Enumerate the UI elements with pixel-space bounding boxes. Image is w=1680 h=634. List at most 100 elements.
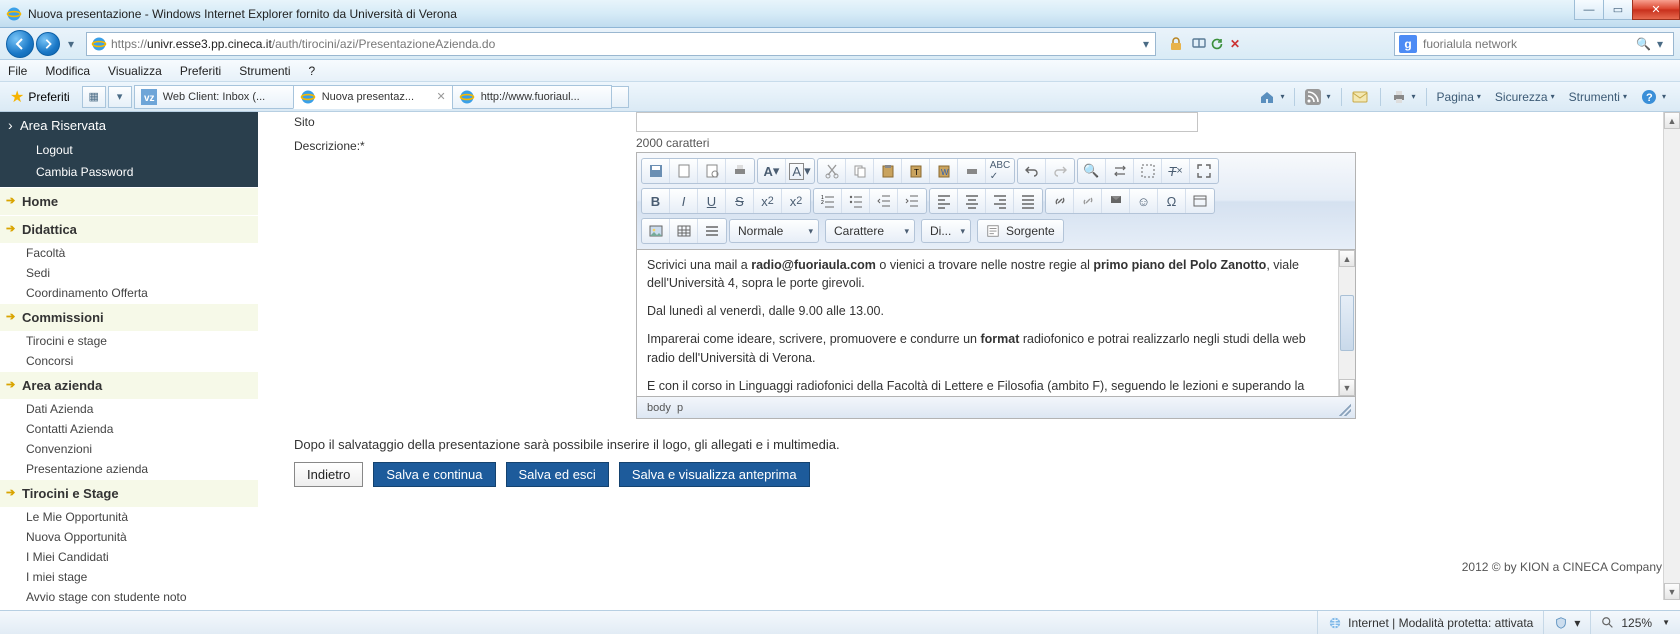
toolbar-removeformat-button[interactable]: T× xyxy=(1162,159,1190,183)
search-icon[interactable]: 🔍 xyxy=(1636,37,1651,51)
toolbar-align-center-button[interactable] xyxy=(958,189,986,213)
scroll-up-icon[interactable]: ▲ xyxy=(1664,112,1680,129)
toolbar-align-justify-button[interactable] xyxy=(1014,189,1042,213)
sidebar-item[interactable]: Contatti Azienda xyxy=(0,419,258,439)
forward-button[interactable] xyxy=(36,32,60,56)
history-dropdown[interactable]: ▾ xyxy=(62,33,80,55)
toolbar-bold-dropdown[interactable]: A▾ xyxy=(758,159,786,183)
toolbar-redo-button[interactable] xyxy=(1046,159,1074,183)
toolbar-paste-text-button[interactable]: T xyxy=(902,159,930,183)
search-box[interactable]: g fuorialula network 🔍 ▾ xyxy=(1394,32,1674,56)
tab-fuoriaula[interactable]: http://www.fuoriaul... xyxy=(452,85,612,109)
toolbar-bullet-list-button[interactable] xyxy=(842,189,870,213)
save-exit-button[interactable]: Salva ed esci xyxy=(506,462,609,487)
toolbar-strike-button[interactable]: S xyxy=(726,189,754,213)
sidebar-header-area-azienda[interactable]: Area azienda xyxy=(0,371,258,399)
refresh-button[interactable] xyxy=(1208,33,1226,55)
tab-nuova-presentazione[interactable]: Nuova presentaz... ✕ xyxy=(293,85,453,109)
toolbar-bold-button[interactable]: B xyxy=(642,189,670,213)
sidebar-header-reserved[interactable]: Area Riservata xyxy=(0,112,258,139)
print-button[interactable]: ▾ xyxy=(1385,86,1422,108)
sidebar-header-commissioni[interactable]: Commissioni xyxy=(0,303,258,331)
sidebar-item[interactable]: I Miei Candidati xyxy=(0,547,258,567)
toolbar-smiley-button[interactable]: ☺ xyxy=(1130,189,1158,213)
toolbar-iframe-button[interactable] xyxy=(1186,189,1214,213)
help-button[interactable]: ?▾ xyxy=(1635,86,1672,108)
input-sito[interactable] xyxy=(636,112,1198,132)
page-scrollbar[interactable]: ▲ ▼ xyxy=(1663,112,1680,600)
sidebar-item[interactable]: Nuova Opportunità xyxy=(0,527,258,547)
toolbar-paste-word-button[interactable]: W xyxy=(930,159,958,183)
sidebar-header-home[interactable]: Home xyxy=(0,187,258,215)
toolbar-preview-button[interactable] xyxy=(698,159,726,183)
favorites-button[interactable]: ★ Preferiti xyxy=(4,85,76,109)
minimize-button[interactable]: — xyxy=(1574,0,1604,20)
toolbar-italic-button[interactable]: I xyxy=(670,189,698,213)
toolbar-unlink-button[interactable] xyxy=(1074,189,1102,213)
menu-view[interactable]: Visualizza xyxy=(108,64,162,78)
sidebar-item[interactable]: I miei stage xyxy=(0,567,258,587)
scroll-down-icon[interactable]: ▼ xyxy=(1339,379,1355,396)
tools-menu[interactable]: Strumenti▾ xyxy=(1563,86,1633,108)
path-p[interactable]: p xyxy=(677,402,683,414)
toolbar-spellcheck-button[interactable]: ABC✓ xyxy=(986,159,1014,183)
menu-tools[interactable]: Strumenti xyxy=(239,64,290,78)
toolbar-format-select[interactable]: Normale xyxy=(729,219,819,243)
save-continue-button[interactable]: Salva e continua xyxy=(373,462,495,487)
toolbar-save-button[interactable] xyxy=(642,159,670,183)
toolbar-subscript-button[interactable]: x2 xyxy=(754,189,782,213)
toolbar-anchor-button[interactable] xyxy=(1102,189,1130,213)
sidebar-item[interactable]: Coordinamento Offerta xyxy=(0,283,258,303)
toolbar-table-button[interactable] xyxy=(670,219,698,243)
toolbar-indent-button[interactable] xyxy=(898,189,926,213)
quick-tabs-button[interactable]: ▦ xyxy=(82,86,106,108)
close-window-button[interactable]: ✕ xyxy=(1632,0,1680,20)
path-body[interactable]: body xyxy=(647,402,671,414)
url-dropdown[interactable]: ▾ xyxy=(1137,33,1155,55)
maximize-button[interactable]: ▭ xyxy=(1603,0,1633,20)
toolbar-print2-button[interactable] xyxy=(958,159,986,183)
toolbar-print-button[interactable] xyxy=(726,159,754,183)
sidebar-item-password[interactable]: Cambia Password xyxy=(0,161,258,187)
toolbar-size-select[interactable]: Di... xyxy=(921,219,971,243)
toolbar-image-button[interactable] xyxy=(642,219,670,243)
back-button-form[interactable]: Indietro xyxy=(294,462,363,487)
sidebar-item[interactable]: Facoltà xyxy=(0,243,258,263)
menu-edit[interactable]: Modifica xyxy=(45,64,90,78)
feeds-button[interactable]: ▾ xyxy=(1299,86,1336,108)
sidebar-item[interactable]: Dati Azienda xyxy=(0,399,258,419)
toolbar-source-button[interactable]: Sorgente xyxy=(977,219,1064,243)
toolbar-font-select[interactable]: Carattere xyxy=(825,219,915,243)
sidebar-item[interactable]: Tirocini e stage xyxy=(0,331,258,351)
menu-favorites[interactable]: Preferiti xyxy=(180,64,221,78)
toolbar-maximize-button[interactable] xyxy=(1190,159,1218,183)
toolbar-newpage-button[interactable] xyxy=(670,159,698,183)
toolbar-undo-button[interactable] xyxy=(1018,159,1046,183)
toolbar-link-button[interactable] xyxy=(1046,189,1074,213)
editor-scrollbar[interactable]: ▲ ▼ xyxy=(1338,250,1355,396)
sidebar-item[interactable]: Le Mie Opportunità xyxy=(0,507,258,527)
new-tab-button[interactable] xyxy=(611,86,629,108)
back-button[interactable] xyxy=(6,30,34,58)
sidebar-item[interactable]: Presentazione azienda xyxy=(0,459,258,479)
editor-resize-handle[interactable] xyxy=(1339,404,1351,416)
toolbar-outdent-button[interactable] xyxy=(870,189,898,213)
toolbar-paste-button[interactable] xyxy=(874,159,902,183)
compat-button[interactable] xyxy=(1190,33,1208,55)
page-menu[interactable]: Pagina▾ xyxy=(1431,86,1487,108)
menu-help[interactable]: ? xyxy=(309,64,316,78)
toolbar-replace-button[interactable] xyxy=(1106,159,1134,183)
menu-file[interactable]: File xyxy=(8,64,27,78)
toolbar-cut-button[interactable] xyxy=(818,159,846,183)
sidebar-item[interactable]: Convenzioni xyxy=(0,439,258,459)
scroll-down-icon[interactable]: ▼ xyxy=(1664,583,1680,600)
scroll-up-icon[interactable]: ▲ xyxy=(1339,250,1355,267)
toolbar-templates-button[interactable]: A▾ xyxy=(786,159,814,183)
sidebar-item-logout[interactable]: Logout xyxy=(0,139,258,161)
status-zoom[interactable]: 125% ▼ xyxy=(1590,611,1680,634)
close-tab-icon[interactable]: ✕ xyxy=(432,90,445,103)
lock-icon[interactable] xyxy=(1166,34,1186,54)
toolbar-copy-button[interactable] xyxy=(846,159,874,183)
mail-button[interactable] xyxy=(1346,86,1376,108)
sidebar-item[interactable]: Avvio stage con studente noto xyxy=(0,587,258,607)
